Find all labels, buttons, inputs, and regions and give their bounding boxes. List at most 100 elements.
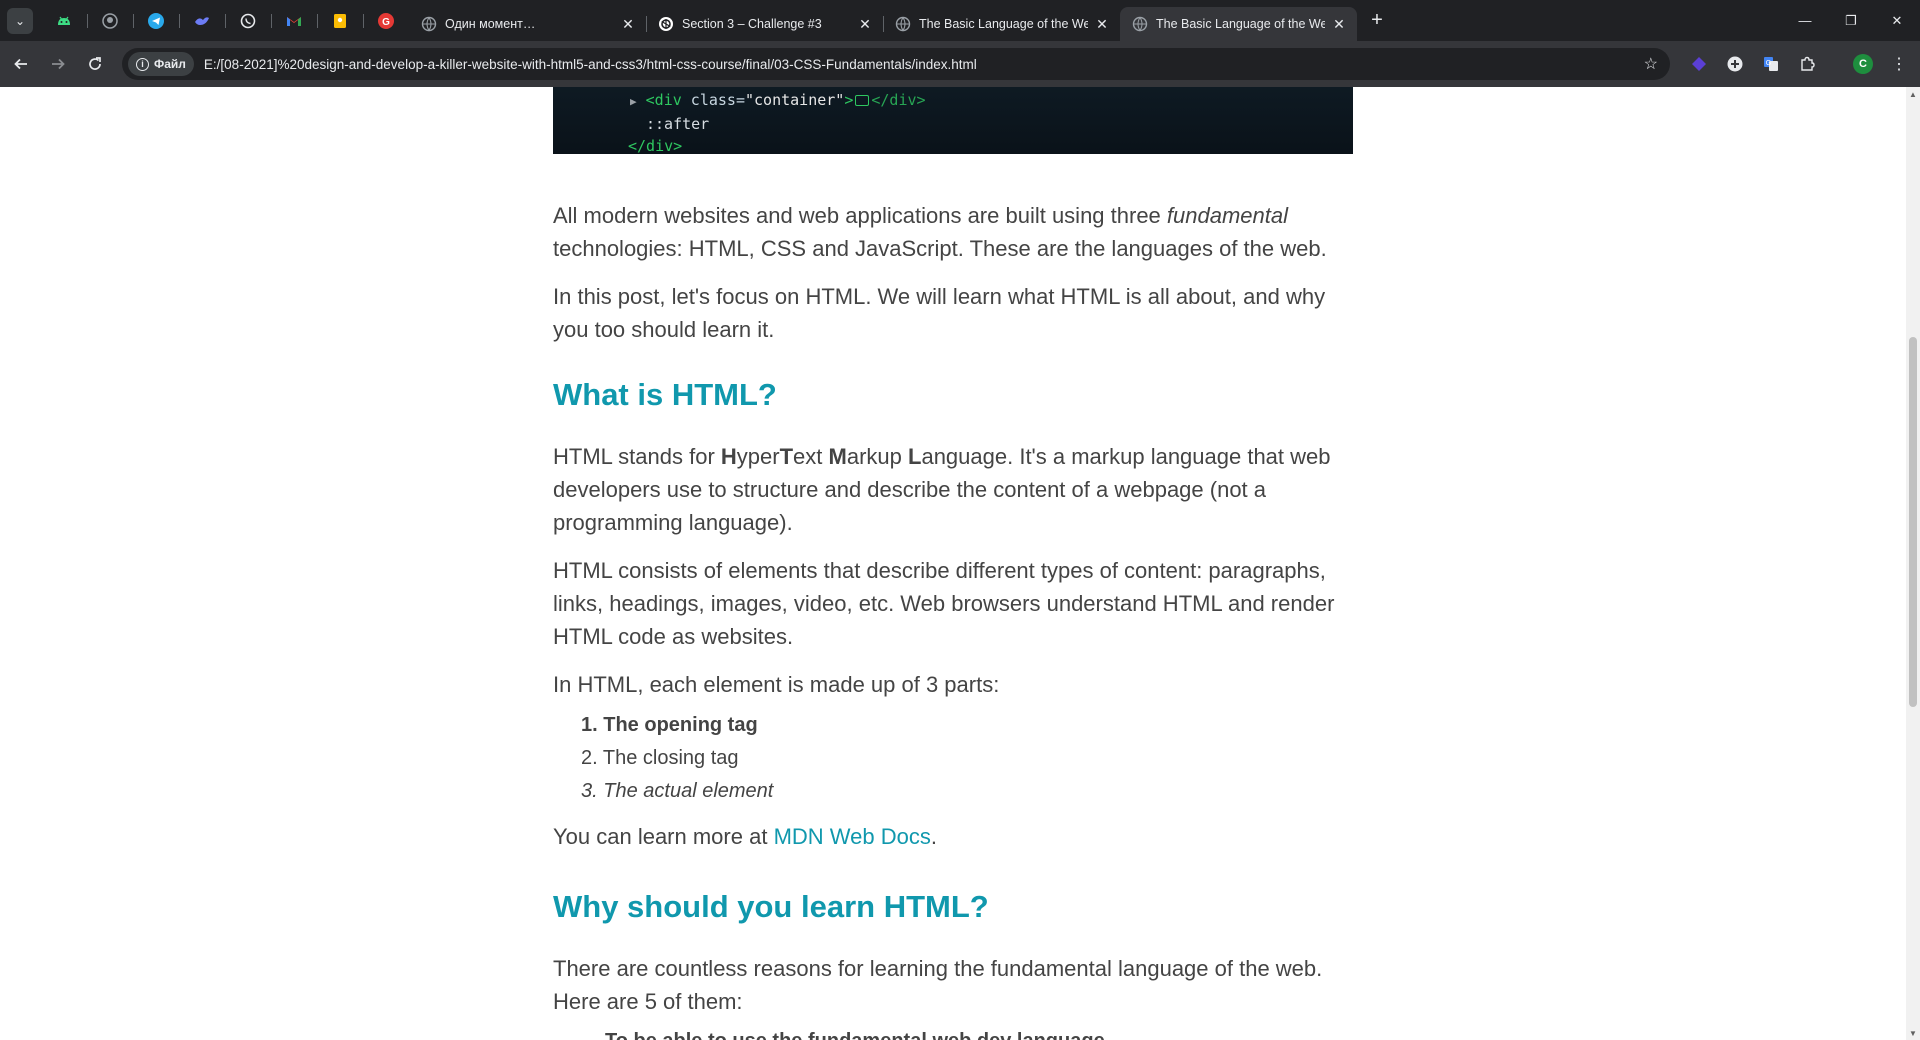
github-icon — [102, 12, 118, 29]
site-info-label: Файл — [154, 57, 186, 71]
url-text[interactable]: E:/[08-2021]%20design-and-develop-a-kill… — [204, 57, 977, 72]
minimize-button[interactable]: — — [1782, 0, 1828, 41]
tab-basic-language-1[interactable]: The Basic Language of the Web ✕ — [883, 7, 1120, 41]
info-icon: i — [136, 57, 149, 71]
pinned-tab-grammarly[interactable]: G — [363, 5, 409, 37]
text: All modern websites and web applications… — [553, 203, 1167, 228]
gmail-icon — [287, 16, 301, 26]
pinned-tab-android[interactable] — [41, 5, 87, 37]
reload-button[interactable] — [79, 48, 111, 80]
telegram-icon — [148, 12, 164, 29]
puzzle-icon — [1801, 56, 1815, 71]
heading-why-learn-html: Why should you learn HTML? — [553, 889, 989, 924]
tab-odin-moment[interactable]: Один момент… ✕ — [409, 7, 646, 41]
new-tab-button[interactable]: + — [1363, 7, 1391, 35]
text: arkup — [846, 444, 908, 469]
pinned-tab-whatsapp[interactable] — [225, 5, 271, 37]
avatar: C — [1853, 54, 1873, 74]
page-viewport: ▶ <div class="container"> </div> ::after … — [0, 87, 1906, 1040]
list-text: The closing tag — [602, 747, 739, 769]
pinned-tab-telegram[interactable] — [133, 5, 179, 37]
purple-diamond-icon — [1692, 57, 1706, 71]
tab-strip: ⌄ G Один момент… ✕ Section 3 – Challenge… — [0, 0, 1920, 41]
android-icon — [58, 16, 70, 25]
what-paragraph-3: In HTML, each element is made up of 3 pa… — [553, 672, 1000, 697]
list-item-actual-element: 3. The actual element — [581, 775, 773, 808]
code-screenshot-image: ▶ <div class="container"> </div> ::after … — [553, 87, 1353, 155]
globe-icon — [421, 16, 437, 32]
close-icon[interactable]: ✕ — [857, 16, 873, 32]
grammarly-icon: G — [378, 12, 394, 29]
extension-add-button[interactable] — [1717, 41, 1753, 87]
pinned-tab-github[interactable] — [87, 5, 133, 37]
tab-basic-language-2-active[interactable]: The Basic Language of the Web ✕ — [1120, 7, 1357, 41]
tab-section-3-challenge[interactable]: Section 3 – Challenge #3 ✕ — [646, 7, 883, 41]
window-controls: — ❐ ✕ — [1782, 0, 1920, 41]
bold-letter: M — [828, 444, 847, 469]
list-item-closing-tag: 2. The closing tag — [581, 742, 739, 775]
browser-toolbar: i Файл E:/[08-2021]%20design-and-develop… — [0, 41, 1920, 87]
learn-more-paragraph: You can learn more at MDN Web Docs. — [553, 820, 1353, 853]
extensions-menu-button[interactable] — [1789, 41, 1825, 87]
code-line-1: ▶ <div class="container"> </div> — [630, 91, 926, 109]
plus-icon: + — [1371, 9, 1383, 31]
reload-icon — [89, 57, 101, 70]
profile-button[interactable]: C — [1845, 41, 1881, 87]
pinned-tab-keep[interactable] — [317, 5, 363, 37]
code-attr: class= — [681, 91, 745, 109]
avatar-initial: C — [1859, 58, 1867, 70]
browser-menu-button[interactable]: ⋮ — [1881, 41, 1917, 87]
emphasis: fundamental — [1166, 203, 1288, 228]
tab-search-button[interactable]: ⌄ — [7, 7, 33, 34]
pinned-tab-bird[interactable] — [179, 5, 225, 37]
translate-icon: G — [1764, 57, 1778, 71]
pinned-tab-gmail[interactable] — [271, 5, 317, 37]
extension-purple-button[interactable] — [1681, 41, 1717, 87]
why-paragraph-1: There are countless reasons for learning… — [553, 956, 1323, 1014]
list-text: The actual element — [603, 780, 774, 802]
close-icon[interactable]: ✕ — [1094, 16, 1110, 32]
tab-title: Один момент… — [445, 17, 536, 31]
pinned-tabs: G — [41, 5, 409, 37]
mdn-web-docs-link[interactable]: MDN Web Docs — [774, 824, 931, 849]
intro-paragraph-1: All modern websites and web applications… — [553, 199, 1353, 265]
code-value: "container" — [745, 91, 845, 109]
arrow-right-icon — [52, 58, 65, 70]
scroll-down-arrow-icon[interactable]: ▼ — [1906, 1026, 1920, 1040]
list-number: 3. — [581, 780, 598, 802]
text: . — [930, 824, 937, 849]
text: You can learn more at — [553, 824, 774, 849]
close-window-button[interactable]: ✕ — [1874, 0, 1920, 41]
collapsed-icon — [855, 95, 870, 106]
scrollbar-thumb[interactable] — [1909, 337, 1917, 707]
code-line-2: ::after — [646, 115, 710, 133]
back-button[interactable] — [5, 48, 37, 80]
minimize-icon: — — [1798, 13, 1812, 28]
close-icon[interactable]: ✕ — [620, 16, 636, 32]
close-icon: ✕ — [1891, 12, 1903, 28]
arrow-left-icon — [14, 58, 27, 70]
more-vert-icon: ⋮ — [1891, 56, 1907, 73]
bookmark-star-icon[interactable]: ☆ — [1644, 54, 1658, 74]
site-info-chip[interactable]: i Файл — [128, 52, 194, 76]
keep-icon — [334, 13, 346, 28]
tab-title: Section 3 – Challenge #3 — [682, 17, 822, 31]
bird-icon — [195, 16, 209, 25]
restore-button[interactable]: ❐ — [1828, 0, 1874, 41]
forward-button[interactable] — [42, 48, 74, 80]
page-scrollbar[interactable]: ▲ ▼ — [1906, 87, 1920, 1040]
chevron-down-icon: ⌄ — [14, 13, 26, 28]
whatsapp-icon — [240, 13, 256, 28]
globe-icon — [895, 16, 911, 32]
list-text: The opening tag — [603, 714, 758, 736]
restore-icon: ❐ — [1845, 12, 1857, 28]
globe-icon — [1132, 16, 1148, 32]
text: anguage — [921, 444, 1008, 469]
toolbar-divider — [1825, 41, 1845, 87]
scroll-up-arrow-icon[interactable]: ▲ — [1906, 87, 1920, 101]
code-line-3: </div> — [628, 137, 683, 155]
address-bar[interactable]: i Файл E:/[08-2021]%20design-and-develop… — [122, 48, 1670, 80]
extension-translate-button[interactable]: G — [1753, 41, 1789, 87]
openai-icon — [658, 16, 674, 32]
close-icon[interactable]: ✕ — [1331, 16, 1347, 32]
